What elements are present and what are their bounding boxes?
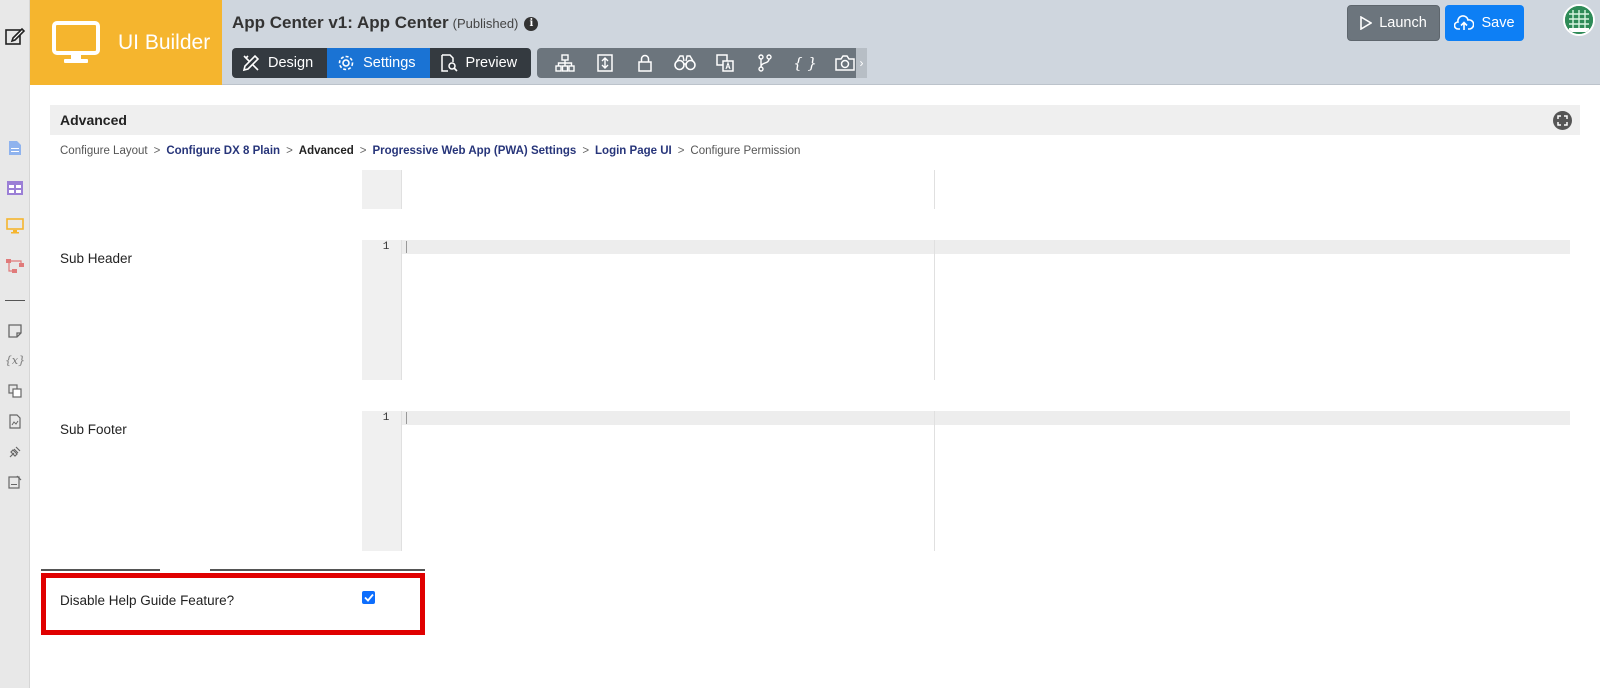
sub-header-editor[interactable]: 1 bbox=[362, 240, 1570, 380]
pencil-ruler-icon bbox=[242, 54, 260, 72]
branch-icon[interactable] bbox=[745, 48, 785, 78]
toolbar-scroll-right[interactable]: › bbox=[856, 48, 867, 78]
save-button[interactable]: Save bbox=[1445, 5, 1524, 41]
settings-mode-label: Settings bbox=[363, 55, 416, 71]
braces-icon[interactable]: { } bbox=[785, 48, 825, 78]
editor-cursor bbox=[406, 241, 407, 253]
workflow-icon[interactable] bbox=[5, 256, 25, 276]
app-title-text: App Center v1: App Center bbox=[232, 13, 449, 32]
play-icon bbox=[1360, 16, 1373, 30]
sub-header-label: Sub Header bbox=[60, 251, 133, 266]
editor-active-line bbox=[402, 411, 1570, 425]
section-divider bbox=[41, 569, 425, 571]
edit-icon[interactable] bbox=[3, 24, 27, 48]
monitor-icon[interactable] bbox=[5, 216, 25, 236]
translate-icon[interactable] bbox=[5, 381, 25, 401]
editor-print-margin bbox=[934, 240, 935, 380]
tool-strip: { } bbox=[537, 48, 867, 78]
preview-mode-label: Preview bbox=[465, 55, 518, 71]
panel-title: Advanced bbox=[60, 112, 127, 128]
disable-help-guide-checkbox[interactable] bbox=[362, 591, 375, 604]
breadcrumb-separator: > bbox=[153, 145, 161, 157]
settings-mode-button[interactable]: Settings bbox=[327, 48, 430, 78]
divider-gap bbox=[160, 568, 210, 572]
disable-help-guide-label: Disable Help Guide Feature? bbox=[60, 593, 235, 608]
editor-gutter bbox=[362, 170, 402, 209]
gear-icon bbox=[338, 55, 354, 71]
monitor-logo-icon bbox=[52, 20, 100, 63]
breadcrumb-item-configure-dx8[interactable]: Configure DX 8 Plain bbox=[166, 145, 280, 157]
sitemap-icon[interactable] bbox=[545, 48, 585, 78]
variables-icon[interactable]: {x} bbox=[5, 350, 25, 370]
launch-label: Launch bbox=[1379, 15, 1427, 31]
breadcrumb-item-pwa-settings[interactable]: Progressive Web App (PWA) Settings bbox=[372, 145, 576, 157]
editor-line-number: 1 bbox=[382, 412, 390, 424]
avatar[interactable] bbox=[1563, 4, 1595, 36]
launch-button[interactable]: Launch bbox=[1347, 5, 1440, 41]
editor-gutter bbox=[362, 411, 402, 551]
document-search-icon bbox=[440, 54, 458, 72]
lock-icon[interactable] bbox=[625, 48, 665, 78]
form-icon[interactable] bbox=[5, 472, 25, 492]
translate-icon[interactable] bbox=[705, 48, 745, 78]
plug-icon[interactable] bbox=[5, 442, 25, 462]
document-icon[interactable] bbox=[5, 138, 25, 158]
brand-name: UI Builder bbox=[118, 30, 211, 54]
breadcrumb-item-login-page-ui[interactable]: Login Page UI bbox=[595, 145, 672, 157]
sub-footer-label: Sub Footer bbox=[60, 422, 127, 437]
breadcrumb-separator: > bbox=[286, 145, 293, 157]
editor-gutter bbox=[362, 240, 402, 380]
design-mode-label: Design bbox=[268, 55, 314, 71]
brand-block: UI Builder bbox=[30, 0, 222, 85]
info-icon[interactable]: i bbox=[524, 17, 539, 31]
report-icon[interactable] bbox=[5, 411, 25, 431]
design-mode-button[interactable]: Design bbox=[232, 48, 327, 78]
breadcrumb-item-configure-layout[interactable]: Configure Layout bbox=[60, 145, 148, 157]
layout-icon[interactable] bbox=[585, 48, 625, 78]
cloud-upload-icon bbox=[1454, 15, 1475, 30]
save-label: Save bbox=[1481, 15, 1515, 31]
editor-active-line bbox=[402, 240, 1570, 254]
sub-footer-editor[interactable]: 1 bbox=[362, 411, 1570, 551]
left-rail: {x} bbox=[0, 0, 30, 688]
breadcrumb-separator: > bbox=[359, 145, 367, 157]
checkmark-icon bbox=[363, 593, 374, 602]
editor-print-margin bbox=[934, 411, 935, 551]
panel-header: Advanced bbox=[50, 105, 1580, 135]
rail-divider bbox=[5, 300, 25, 301]
breadcrumb-item-advanced: Advanced bbox=[298, 145, 354, 157]
code-editor-previous[interactable] bbox=[362, 170, 1570, 209]
preview-mode-button[interactable]: Preview bbox=[430, 48, 532, 78]
editor-print-margin bbox=[934, 170, 935, 209]
breadcrumb-item-configure-permission[interactable]: Configure Permission bbox=[690, 145, 800, 157]
breadcrumb-separator: > bbox=[582, 145, 590, 157]
binoculars-icon[interactable] bbox=[665, 48, 705, 78]
mode-switcher: Design Settings Preview bbox=[232, 48, 532, 78]
editor-cursor bbox=[406, 412, 407, 424]
app-title: App Center v1: App Center (Published) i bbox=[232, 13, 539, 33]
table-icon[interactable] bbox=[5, 178, 25, 198]
publish-status: (Published) bbox=[452, 16, 519, 31]
breadcrumb: Configure Layout > Configure DX 8 Plain > Ad… bbox=[60, 145, 800, 157]
expand-icon[interactable] bbox=[1553, 111, 1572, 130]
editor-line-number: 1 bbox=[382, 241, 390, 253]
breadcrumb-separator: > bbox=[677, 145, 685, 157]
note-icon[interactable] bbox=[5, 321, 25, 341]
